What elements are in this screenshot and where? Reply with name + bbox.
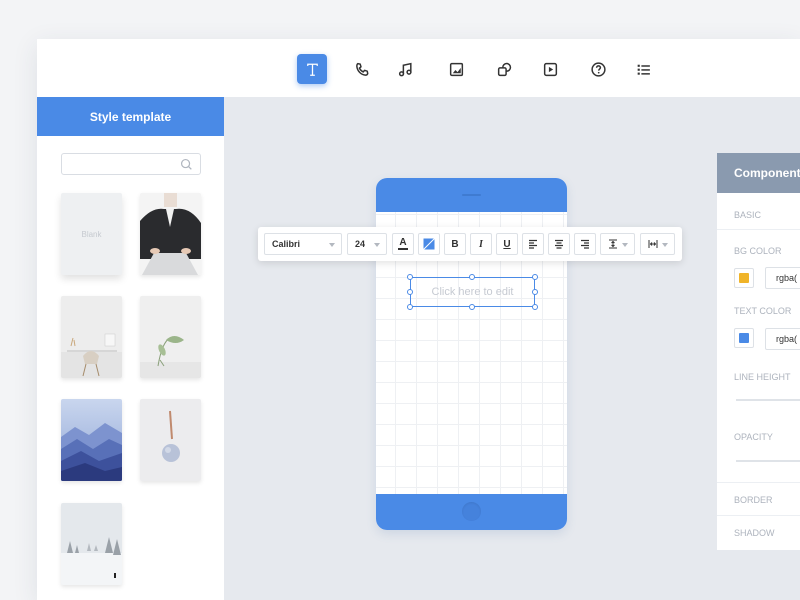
phone-icon: [355, 62, 368, 76]
music-tool-button[interactable]: [390, 54, 420, 84]
help-icon: [590, 61, 606, 77]
line-height-slider[interactable]: [736, 399, 800, 401]
image-icon: [449, 62, 463, 76]
template-person-laptop[interactable]: [140, 193, 201, 275]
letter-spacing-select[interactable]: [640, 233, 675, 255]
resize-handle-bottom[interactable]: [469, 304, 475, 310]
text-format-toolbar: Calibri 24 A B I U: [258, 227, 682, 261]
list-icon: [637, 64, 650, 75]
text-color-swatch[interactable]: [734, 328, 754, 348]
text-tool-button[interactable]: [297, 54, 327, 84]
resize-handle-top-left[interactable]: [407, 274, 413, 280]
template-blank[interactable]: Blank: [61, 193, 122, 275]
properties-title: Component: [717, 153, 800, 193]
text-color-input[interactable]: rgba(: [765, 328, 800, 350]
highlight-color-button[interactable]: [418, 233, 440, 255]
search-input[interactable]: [68, 154, 178, 174]
image-tool-button[interactable]: [441, 54, 471, 84]
fill-color-icon: [423, 238, 435, 250]
resize-handle-top[interactable]: [469, 274, 475, 280]
template-pendant[interactable]: [140, 399, 201, 481]
divider: [717, 229, 800, 230]
underline-icon: U: [503, 238, 511, 250]
resize-handle-bottom-left[interactable]: [407, 304, 413, 310]
template-image: [61, 399, 122, 481]
phone-tool-button[interactable]: [347, 54, 377, 84]
template-label: Blank: [81, 229, 102, 239]
video-tool-button[interactable]: [535, 54, 565, 84]
bg-color-swatch[interactable]: [734, 268, 754, 288]
top-toolbar: [37, 39, 800, 97]
align-left-button[interactable]: [522, 233, 544, 255]
text-color-label: TEXT COLOR: [734, 306, 792, 316]
basic-section-label[interactable]: BASIC: [734, 210, 761, 220]
font-size-value: 24: [355, 239, 366, 249]
font-size-select[interactable]: 24: [347, 233, 387, 255]
align-right-button[interactable]: [574, 233, 596, 255]
music-icon: [398, 62, 412, 76]
bg-color-label: BG COLOR: [734, 246, 782, 256]
template-image: [140, 296, 201, 378]
font-family-select[interactable]: Calibri: [264, 233, 342, 255]
template-image: [140, 399, 201, 481]
phone-header: [376, 178, 567, 212]
properties-panel: Component BASIC BG COLOR rgba( TEXT COLO…: [717, 153, 800, 550]
bold-icon: B: [451, 238, 459, 250]
editor-window: Style template Blank Click here to edit …: [37, 39, 800, 600]
resize-handle-right[interactable]: [532, 289, 538, 295]
align-center-button[interactable]: [548, 233, 570, 255]
resize-handle-top-right[interactable]: [532, 274, 538, 280]
divider: [717, 482, 800, 483]
align-right-icon: [581, 239, 589, 249]
template-image: [61, 503, 122, 585]
sidebar-title: Style template: [37, 97, 224, 136]
template-desk-chair[interactable]: [61, 296, 122, 378]
bold-button[interactable]: B: [444, 233, 466, 255]
italic-icon: I: [479, 238, 483, 250]
phone-home-button: [462, 502, 481, 521]
resize-handle-left[interactable]: [407, 289, 413, 295]
letter-spacing-icon: [648, 240, 658, 248]
font-family-value: Calibri: [272, 239, 301, 249]
phone-footer: [376, 494, 567, 530]
text-icon: [306, 63, 318, 76]
template-snow-forest[interactable]: [61, 503, 122, 585]
italic-button[interactable]: I: [470, 233, 492, 255]
align-center-icon: [555, 239, 563, 249]
line-spacing-select[interactable]: [600, 233, 635, 255]
shadow-section-label[interactable]: SHADOW: [734, 528, 775, 538]
template-image: [140, 193, 201, 275]
template-search[interactable]: [61, 153, 201, 175]
chevron-down-icon: [374, 243, 380, 247]
underline-button[interactable]: U: [496, 233, 518, 255]
shapes-icon: [497, 62, 511, 76]
shapes-tool-button[interactable]: [489, 54, 519, 84]
search-icon: [180, 158, 192, 170]
template-image: [61, 296, 122, 378]
line-spacing-icon: [609, 239, 617, 249]
resize-handle-bottom-right[interactable]: [532, 304, 538, 310]
text-element-selection[interactable]: Click here to edit: [407, 274, 538, 310]
chevron-down-icon: [329, 243, 335, 247]
border-section-label[interactable]: BORDER: [734, 495, 773, 505]
help-tool-button[interactable]: [583, 54, 613, 84]
template-mountains[interactable]: [61, 399, 122, 481]
font-color-button[interactable]: A: [392, 233, 414, 255]
chevron-down-icon: [662, 243, 668, 247]
phone-speaker: [462, 194, 481, 196]
chevron-down-icon: [622, 243, 628, 247]
bg-color-input[interactable]: rgba(: [765, 267, 800, 289]
font-color-icon: A: [398, 237, 408, 250]
text-element-placeholder[interactable]: Click here to edit: [411, 278, 534, 306]
video-icon: [543, 62, 557, 76]
list-tool-button[interactable]: [628, 54, 658, 84]
template-sidebar: Style template Blank: [37, 97, 224, 600]
opacity-label: OPACITY: [734, 432, 773, 442]
align-left-icon: [529, 239, 537, 249]
opacity-slider[interactable]: [736, 460, 800, 462]
template-plant[interactable]: [140, 296, 201, 378]
divider: [717, 515, 800, 516]
line-height-label: LINE HEIGHT: [734, 372, 791, 382]
